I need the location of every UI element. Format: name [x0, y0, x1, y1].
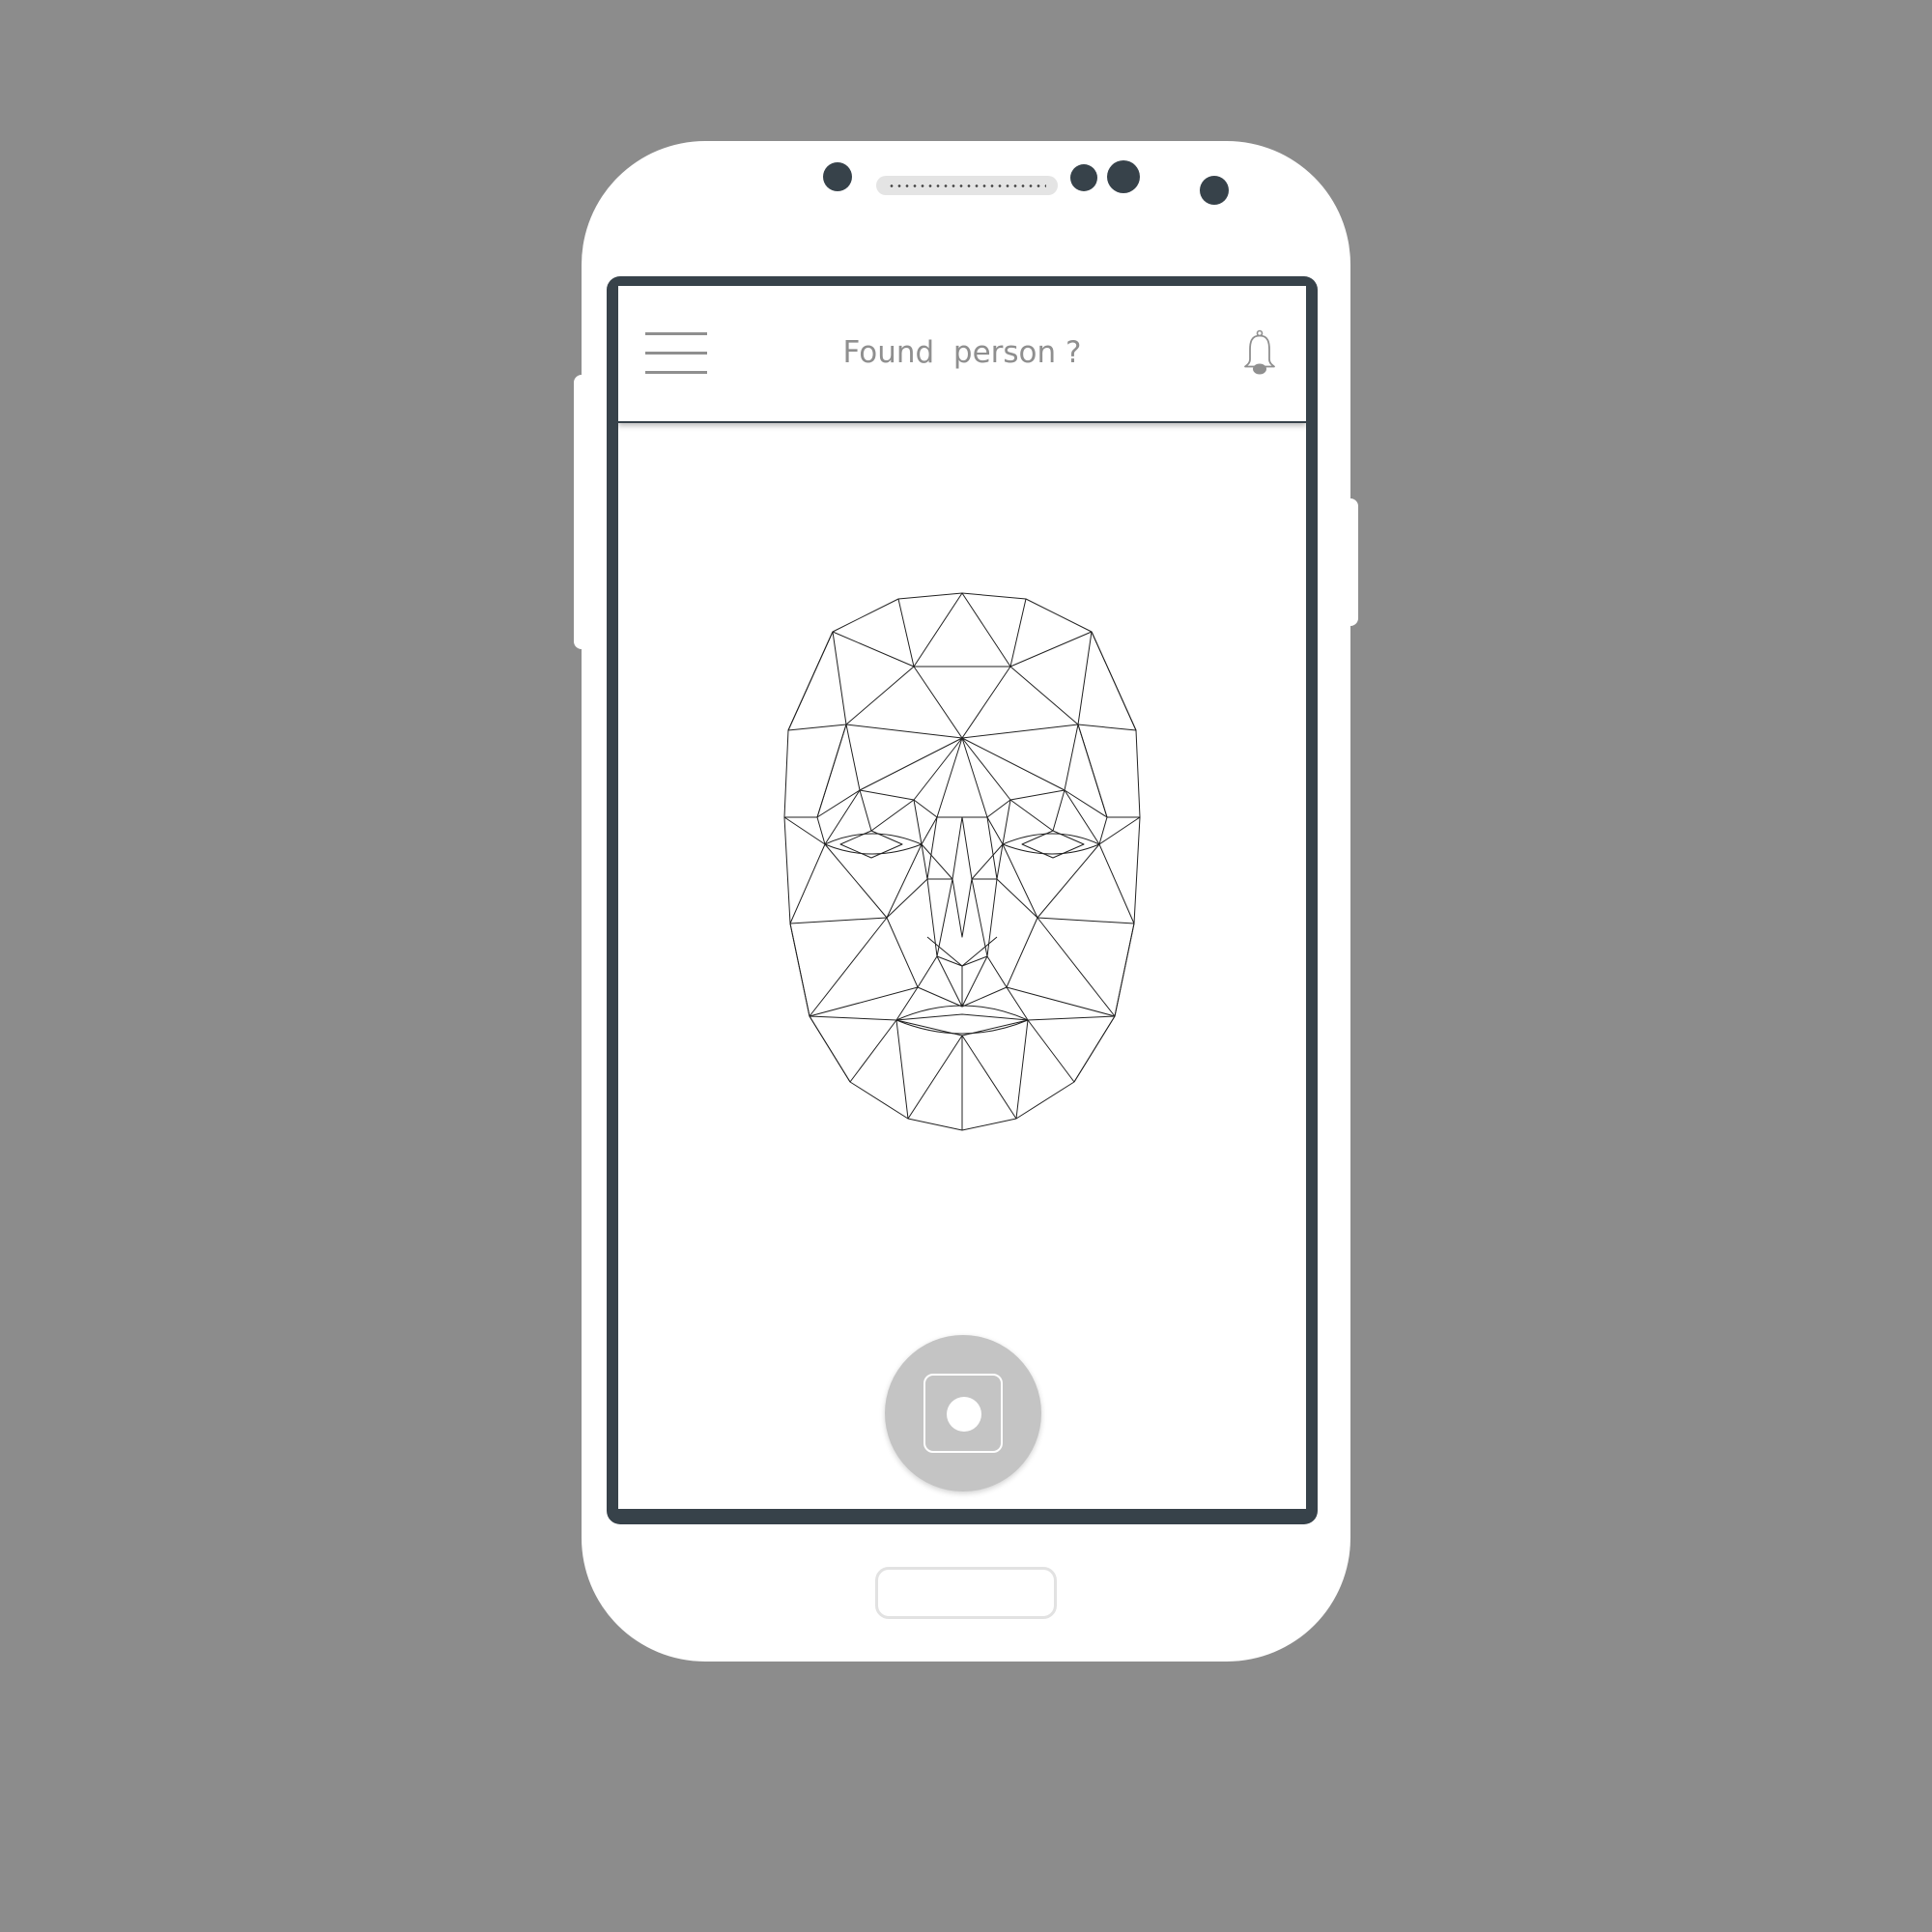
light-sensor-icon [1107, 160, 1140, 193]
front-camera-icon [823, 162, 852, 191]
page-title: Found person ? [842, 335, 1082, 370]
home-button[interactable] [875, 1567, 1057, 1619]
face-mesh-illustration [782, 589, 1142, 1134]
earpiece-speaker [876, 176, 1058, 195]
stage: Found person ? [0, 0, 1932, 1932]
status-led-icon [1200, 176, 1229, 205]
phone-screen: Found person ? [618, 286, 1306, 1509]
shutter-dot [947, 1397, 981, 1432]
app-bar: Found person ? [618, 286, 1306, 423]
camera-shutter-icon [923, 1374, 1003, 1453]
hamburger-menu-icon[interactable] [645, 330, 707, 377]
capture-button[interactable] [885, 1335, 1041, 1492]
proximity-sensor-icon [1070, 164, 1097, 191]
bell-icon[interactable] [1240, 328, 1279, 377]
